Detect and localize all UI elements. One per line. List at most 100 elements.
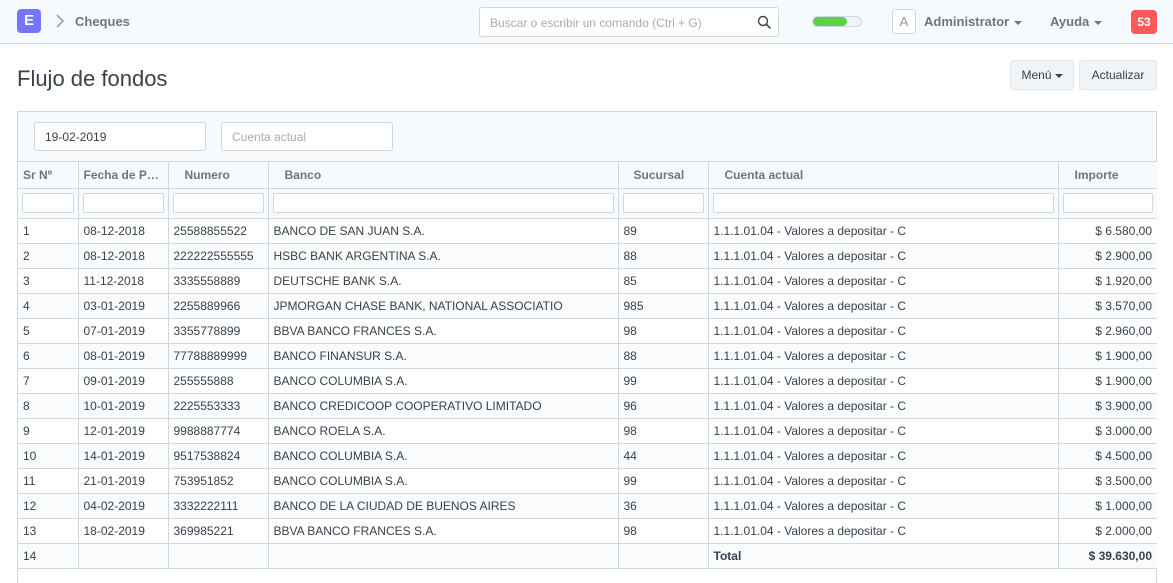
table-row[interactable]: 13 18-02-2019 369985221 BBVA BANCO FRANCES … <box>18 517 1157 544</box>
column-filter-input[interactable] <box>272 193 614 213</box>
cell-importe: $ 1.900,00 <box>1057 367 1157 394</box>
cell-banco: BBVA BANCO FRANCES S.A. <box>267 517 619 544</box>
refresh-button[interactable]: Actualizar <box>1079 60 1157 90</box>
help-menu-label: Ayuda <box>1050 14 1090 29</box>
cell-sr: 11 <box>18 467 79 494</box>
account-filter-input[interactable] <box>221 122 393 151</box>
column-header-fecha[interactable]: Fecha de Pago <box>77 162 169 189</box>
cell-numero: 369985221 <box>167 517 269 544</box>
column-filter-input[interactable] <box>22 193 74 213</box>
user-menu-label: Administrator <box>924 14 1010 29</box>
table-row[interactable]: 11 21-01-2019 753951852 BANCO COLUMBIA S.A.… <box>18 467 1157 494</box>
cell-cuenta: 1.1.1.01.04 - Valores a depositar - C <box>707 492 1059 519</box>
cell-sr: 2 <box>18 242 79 269</box>
table-row[interactable]: 4 03-01-2019 2255889966 JPMORGAN CHASE BANK… <box>18 292 1157 319</box>
search-input[interactable] <box>490 14 750 32</box>
cell-importe: $ 3.000,00 <box>1057 417 1157 444</box>
column-header-banco[interactable]: Banco <box>267 162 619 189</box>
table-row[interactable]: 8 10-01-2019 2225553333 BANCO CREDICOOP COO… <box>18 392 1157 419</box>
cell-fecha: 12-01-2019 <box>77 417 169 444</box>
avatar[interactable]: A <box>892 9 916 34</box>
cell-importe: $ 1.000,00 <box>1057 492 1157 519</box>
notification-badge[interactable]: 53 <box>1131 10 1157 34</box>
caret-down-icon <box>1014 20 1023 25</box>
cell-sucursal: 85 <box>617 267 709 294</box>
cell-fecha: 10-01-2019 <box>77 392 169 419</box>
date-filter-input[interactable] <box>34 122 206 151</box>
cell-sr: 6 <box>18 342 79 369</box>
column-filter-cell <box>617 187 709 219</box>
table-row[interactable]: 1 08-12-2018 25588855522 BANCO DE SAN JUAN … <box>18 217 1157 244</box>
cell-cuenta: 1.1.1.01.04 - Valores a depositar - C <box>707 317 1059 344</box>
cell-sr: 14 <box>18 542 79 569</box>
column-header-numero[interactable]: Numero <box>167 162 269 189</box>
caret-down-icon <box>1094 20 1103 25</box>
column-filter-cell <box>167 187 269 219</box>
table-row[interactable]: 3 11-12-2018 3335558889 DEUTSCHE BANK S.A. 8… <box>18 267 1157 294</box>
cell-sucursal <box>617 542 709 569</box>
total-amount: $ 39.630,00 <box>1057 542 1157 569</box>
cell-importe: $ 3.900,00 <box>1057 392 1157 419</box>
table-row[interactable]: 12 04-02-2019 3332222111 BANCO DE LA CIUDAD… <box>18 492 1157 519</box>
search-icon[interactable] <box>757 15 772 30</box>
caret-down-icon <box>1054 73 1063 78</box>
help-menu[interactable]: Ayuda <box>1050 14 1103 29</box>
cell-sucursal: 44 <box>617 442 709 469</box>
cell-importe: $ 1.900,00 <box>1057 342 1157 369</box>
menu-button-label: Menú <box>1021 68 1052 82</box>
table-row[interactable]: 9 12-01-2019 9988887774 BANCO ROELA S.A. 98 1… <box>18 417 1157 444</box>
cell-sr: 5 <box>18 317 79 344</box>
cell-banco: BANCO DE LA CIUDAD DE BUENOS AIRES <box>267 492 619 519</box>
cell-sr: 10 <box>18 442 79 469</box>
cell-cuenta: 1.1.1.01.04 - Valores a depositar - C <box>707 392 1059 419</box>
menu-button[interactable]: Menú <box>1010 60 1074 90</box>
cell-banco: BANCO COLUMBIA S.A. <box>267 442 619 469</box>
cell-sr: 8 <box>18 392 79 419</box>
column-filter-input[interactable] <box>1062 193 1153 213</box>
cell-sr: 1 <box>18 217 79 244</box>
cell-sucursal: 99 <box>617 367 709 394</box>
cell-banco: BBVA BANCO FRANCES S.A. <box>267 317 619 344</box>
cell-numero: 222222555555 <box>167 242 269 269</box>
cell-cuenta: 1.1.1.01.04 - Valores a depositar - C <box>707 242 1059 269</box>
cell-sucursal: 96 <box>617 392 709 419</box>
column-header-sr[interactable]: Sr Nº <box>18 162 79 189</box>
table-row[interactable]: 7 09-01-2019 255555888 BANCO COLUMBIA S.A. 9… <box>18 367 1157 394</box>
table-row[interactable]: 2 08-12-2018 222222555555 HSBC BANK ARGENTI… <box>18 242 1157 269</box>
cell-banco: BANCO ROELA S.A. <box>267 417 619 444</box>
table-row[interactable]: 6 08-01-2019 77788889999 BANCO FINANSUR S.A… <box>18 342 1157 369</box>
cell-numero: 9988887774 <box>167 417 269 444</box>
table-row[interactable]: 10 14-01-2019 9517538824 BANCO COLUMBIA S.A… <box>18 442 1157 469</box>
cell-fecha: 08-01-2019 <box>77 342 169 369</box>
cell-importe: $ 3.570,00 <box>1057 292 1157 319</box>
cell-sucursal: 89 <box>617 217 709 244</box>
table-row[interactable]: 5 07-01-2019 3355778899 BBVA BANCO FRANCES … <box>18 317 1157 344</box>
cell-fecha: 07-01-2019 <box>77 317 169 344</box>
cell-fecha: 04-02-2019 <box>77 492 169 519</box>
column-filter-cell <box>1057 187 1157 219</box>
cell-banco <box>267 542 619 569</box>
cell-cuenta: 1.1.1.01.04 - Valores a depositar - C <box>707 292 1059 319</box>
column-header-importe[interactable]: Importe <box>1057 162 1157 189</box>
column-header-cuenta[interactable]: Cuenta actual <box>707 162 1059 189</box>
breadcrumb-cheques[interactable]: Cheques <box>75 14 130 29</box>
cell-numero: 9517538824 <box>167 442 269 469</box>
cell-importe: $ 3.500,00 <box>1057 467 1157 494</box>
column-header-sucursal[interactable]: Sucursal <box>617 162 709 189</box>
cell-sr: 3 <box>18 267 79 294</box>
app-logo[interactable]: E <box>17 9 41 33</box>
cell-banco: DEUTSCHE BANK S.A. <box>267 267 619 294</box>
cell-banco: BANCO COLUMBIA S.A. <box>267 467 619 494</box>
column-filter-input[interactable] <box>82 193 164 213</box>
cell-fecha: 21-01-2019 <box>77 467 169 494</box>
total-row[interactable]: 14 Total $ 39.630,00 <box>18 542 1157 569</box>
chevron-right-icon <box>56 14 65 28</box>
cell-cuenta: 1.1.1.01.04 - Valores a depositar - C <box>707 442 1059 469</box>
search-box <box>479 7 779 37</box>
user-menu[interactable]: Administrator <box>924 14 1023 29</box>
cell-banco: JPMORGAN CHASE BANK, NATIONAL ASSOCIATIO <box>267 292 619 319</box>
column-filter-input[interactable] <box>712 193 1054 213</box>
cell-fecha: 11-12-2018 <box>77 267 169 294</box>
column-filter-input[interactable] <box>172 193 264 213</box>
column-filter-input[interactable] <box>622 193 704 213</box>
